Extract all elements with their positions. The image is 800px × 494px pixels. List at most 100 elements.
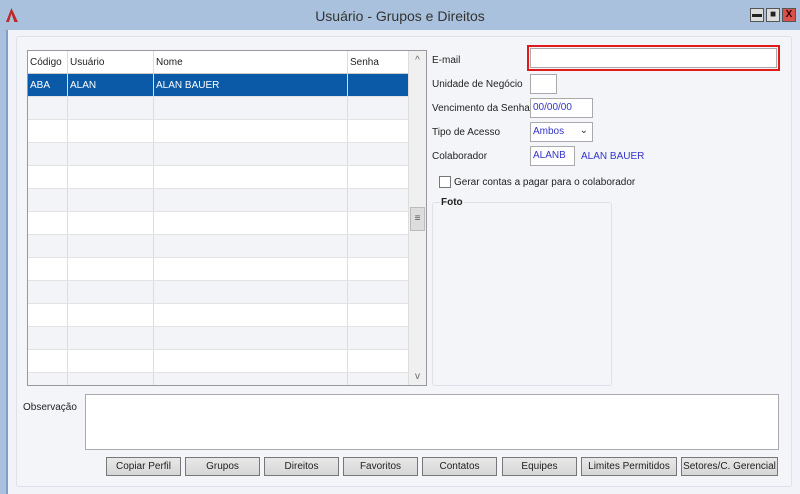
grid-cell bbox=[68, 189, 154, 211]
table-row[interactable]: ABA ALAN ALAN BAUER bbox=[28, 74, 409, 97]
table-row-empty[interactable] bbox=[28, 189, 409, 212]
grid-cell bbox=[68, 212, 154, 234]
minimize-button[interactable]: ▬ bbox=[750, 8, 764, 22]
grid-cell bbox=[68, 166, 154, 188]
colaborador-code-input[interactable]: ALANB bbox=[530, 146, 575, 166]
vertical-scrollbar[interactable]: ^ ≡ v bbox=[408, 51, 426, 385]
observacao-textarea[interactable] bbox=[85, 394, 779, 450]
grid-cell bbox=[348, 97, 409, 119]
button-favoritos[interactable]: Favoritos bbox=[343, 457, 418, 476]
window-title: Usuário - Grupos e Direitos bbox=[315, 8, 485, 24]
button-direitos[interactable]: Direitos bbox=[264, 457, 339, 476]
grid-cell bbox=[68, 304, 154, 326]
table-row-empty[interactable] bbox=[28, 373, 409, 385]
grid-cell bbox=[28, 373, 68, 385]
gerar-contas-checkbox[interactable] bbox=[439, 176, 451, 188]
scroll-down-icon[interactable]: v bbox=[409, 371, 426, 382]
grid-cell bbox=[28, 258, 68, 280]
grid-cell bbox=[348, 304, 409, 326]
unidade-label: Unidade de Negócio bbox=[432, 79, 523, 90]
grid-cell bbox=[348, 212, 409, 234]
grid-cell bbox=[28, 350, 68, 372]
grid-cell bbox=[154, 327, 348, 349]
table-row-empty[interactable] bbox=[28, 304, 409, 327]
grid-cell bbox=[154, 212, 348, 234]
button-contatos[interactable]: Contatos bbox=[422, 457, 497, 476]
button-grupos[interactable]: Grupos bbox=[185, 457, 260, 476]
column-header-nome[interactable]: Nome bbox=[154, 51, 348, 73]
grid-cell bbox=[28, 212, 68, 234]
grid-cell bbox=[348, 281, 409, 303]
grid-cell bbox=[68, 120, 154, 142]
grid-cell bbox=[68, 281, 154, 303]
chevron-down-icon: ⌄ bbox=[579, 125, 588, 136]
scroll-up-icon[interactable]: ^ bbox=[409, 55, 426, 66]
grid-cell bbox=[154, 304, 348, 326]
button-limites-permitidos[interactable]: Limites Permitidos bbox=[581, 457, 677, 476]
maximize-button[interactable]: ■ bbox=[766, 8, 780, 22]
gerar-contas-label[interactable]: Gerar contas a pagar para o colaborador bbox=[454, 177, 635, 188]
table-row-empty[interactable] bbox=[28, 143, 409, 166]
table-row-empty[interactable] bbox=[28, 120, 409, 143]
grid-cell bbox=[68, 350, 154, 372]
grid-cell bbox=[68, 235, 154, 257]
button-setores-c-gerencial[interactable]: Setores/C. Gerencial bbox=[681, 457, 778, 476]
table-row-empty[interactable] bbox=[28, 97, 409, 120]
grid-cell bbox=[28, 166, 68, 188]
grid-cell bbox=[68, 143, 154, 165]
grid-cell bbox=[28, 97, 68, 119]
grid-cell bbox=[348, 120, 409, 142]
close-button[interactable]: X bbox=[782, 8, 796, 22]
column-header-senha[interactable]: Senha bbox=[348, 51, 409, 73]
foto-label: Foto bbox=[440, 197, 464, 208]
observacao-label: Observação bbox=[23, 402, 77, 413]
unidade-input[interactable] bbox=[530, 74, 557, 94]
table-row-empty[interactable] bbox=[28, 235, 409, 258]
cell-usuario: ALAN bbox=[68, 74, 154, 96]
grid-cell bbox=[154, 189, 348, 211]
tipo-acesso-select[interactable]: Ambos ⌄ bbox=[530, 122, 593, 142]
vencimento-input[interactable]: 00/00/00 bbox=[530, 98, 593, 118]
grid-cell bbox=[348, 258, 409, 280]
grid-cell bbox=[154, 258, 348, 280]
grid-cell bbox=[154, 350, 348, 372]
button-equipes[interactable]: Equipes bbox=[502, 457, 577, 476]
grid-cell bbox=[68, 327, 154, 349]
users-grid[interactable]: Código Usuário Nome Senha ABA ALAN ALAN … bbox=[27, 50, 427, 386]
column-header-usuario[interactable]: Usuário bbox=[68, 51, 154, 73]
grid-cell bbox=[154, 235, 348, 257]
table-row-empty[interactable] bbox=[28, 350, 409, 373]
grid-cell bbox=[28, 281, 68, 303]
table-row-empty[interactable] bbox=[28, 166, 409, 189]
grid-header: Código Usuário Nome Senha bbox=[28, 51, 409, 74]
grid-cell bbox=[28, 189, 68, 211]
grid-cell bbox=[28, 143, 68, 165]
grid-cell bbox=[68, 373, 154, 385]
grid-cell bbox=[28, 235, 68, 257]
grid-cell bbox=[68, 97, 154, 119]
grid-cell bbox=[68, 258, 154, 280]
grid-cell bbox=[154, 373, 348, 385]
button-copiar-perfil[interactable]: Copiar Perfil bbox=[106, 457, 181, 476]
tipo-acesso-value: Ambos bbox=[533, 126, 565, 137]
grid-cell bbox=[154, 120, 348, 142]
grid-cell bbox=[348, 350, 409, 372]
email-input[interactable] bbox=[530, 48, 777, 68]
email-label: E-mail bbox=[432, 55, 461, 66]
column-header-codigo[interactable]: Código bbox=[28, 51, 68, 73]
cell-nome: ALAN BAUER bbox=[154, 74, 348, 96]
tipo-acesso-label: Tipo de Acesso bbox=[432, 127, 501, 138]
colaborador-name: ALAN BAUER bbox=[581, 151, 645, 162]
table-row-empty[interactable] bbox=[28, 258, 409, 281]
grid-cell bbox=[348, 143, 409, 165]
grid-cell bbox=[154, 143, 348, 165]
table-row-empty[interactable] bbox=[28, 327, 409, 350]
scroll-thumb[interactable]: ≡ bbox=[410, 207, 425, 231]
colaborador-label: Colaborador bbox=[432, 151, 488, 162]
cell-codigo: ABA bbox=[28, 74, 68, 96]
table-row-empty[interactable] bbox=[28, 281, 409, 304]
grid-cell bbox=[28, 120, 68, 142]
grid-cell bbox=[348, 235, 409, 257]
vencimento-label: Vencimento da Senha bbox=[432, 103, 530, 114]
table-row-empty[interactable] bbox=[28, 212, 409, 235]
